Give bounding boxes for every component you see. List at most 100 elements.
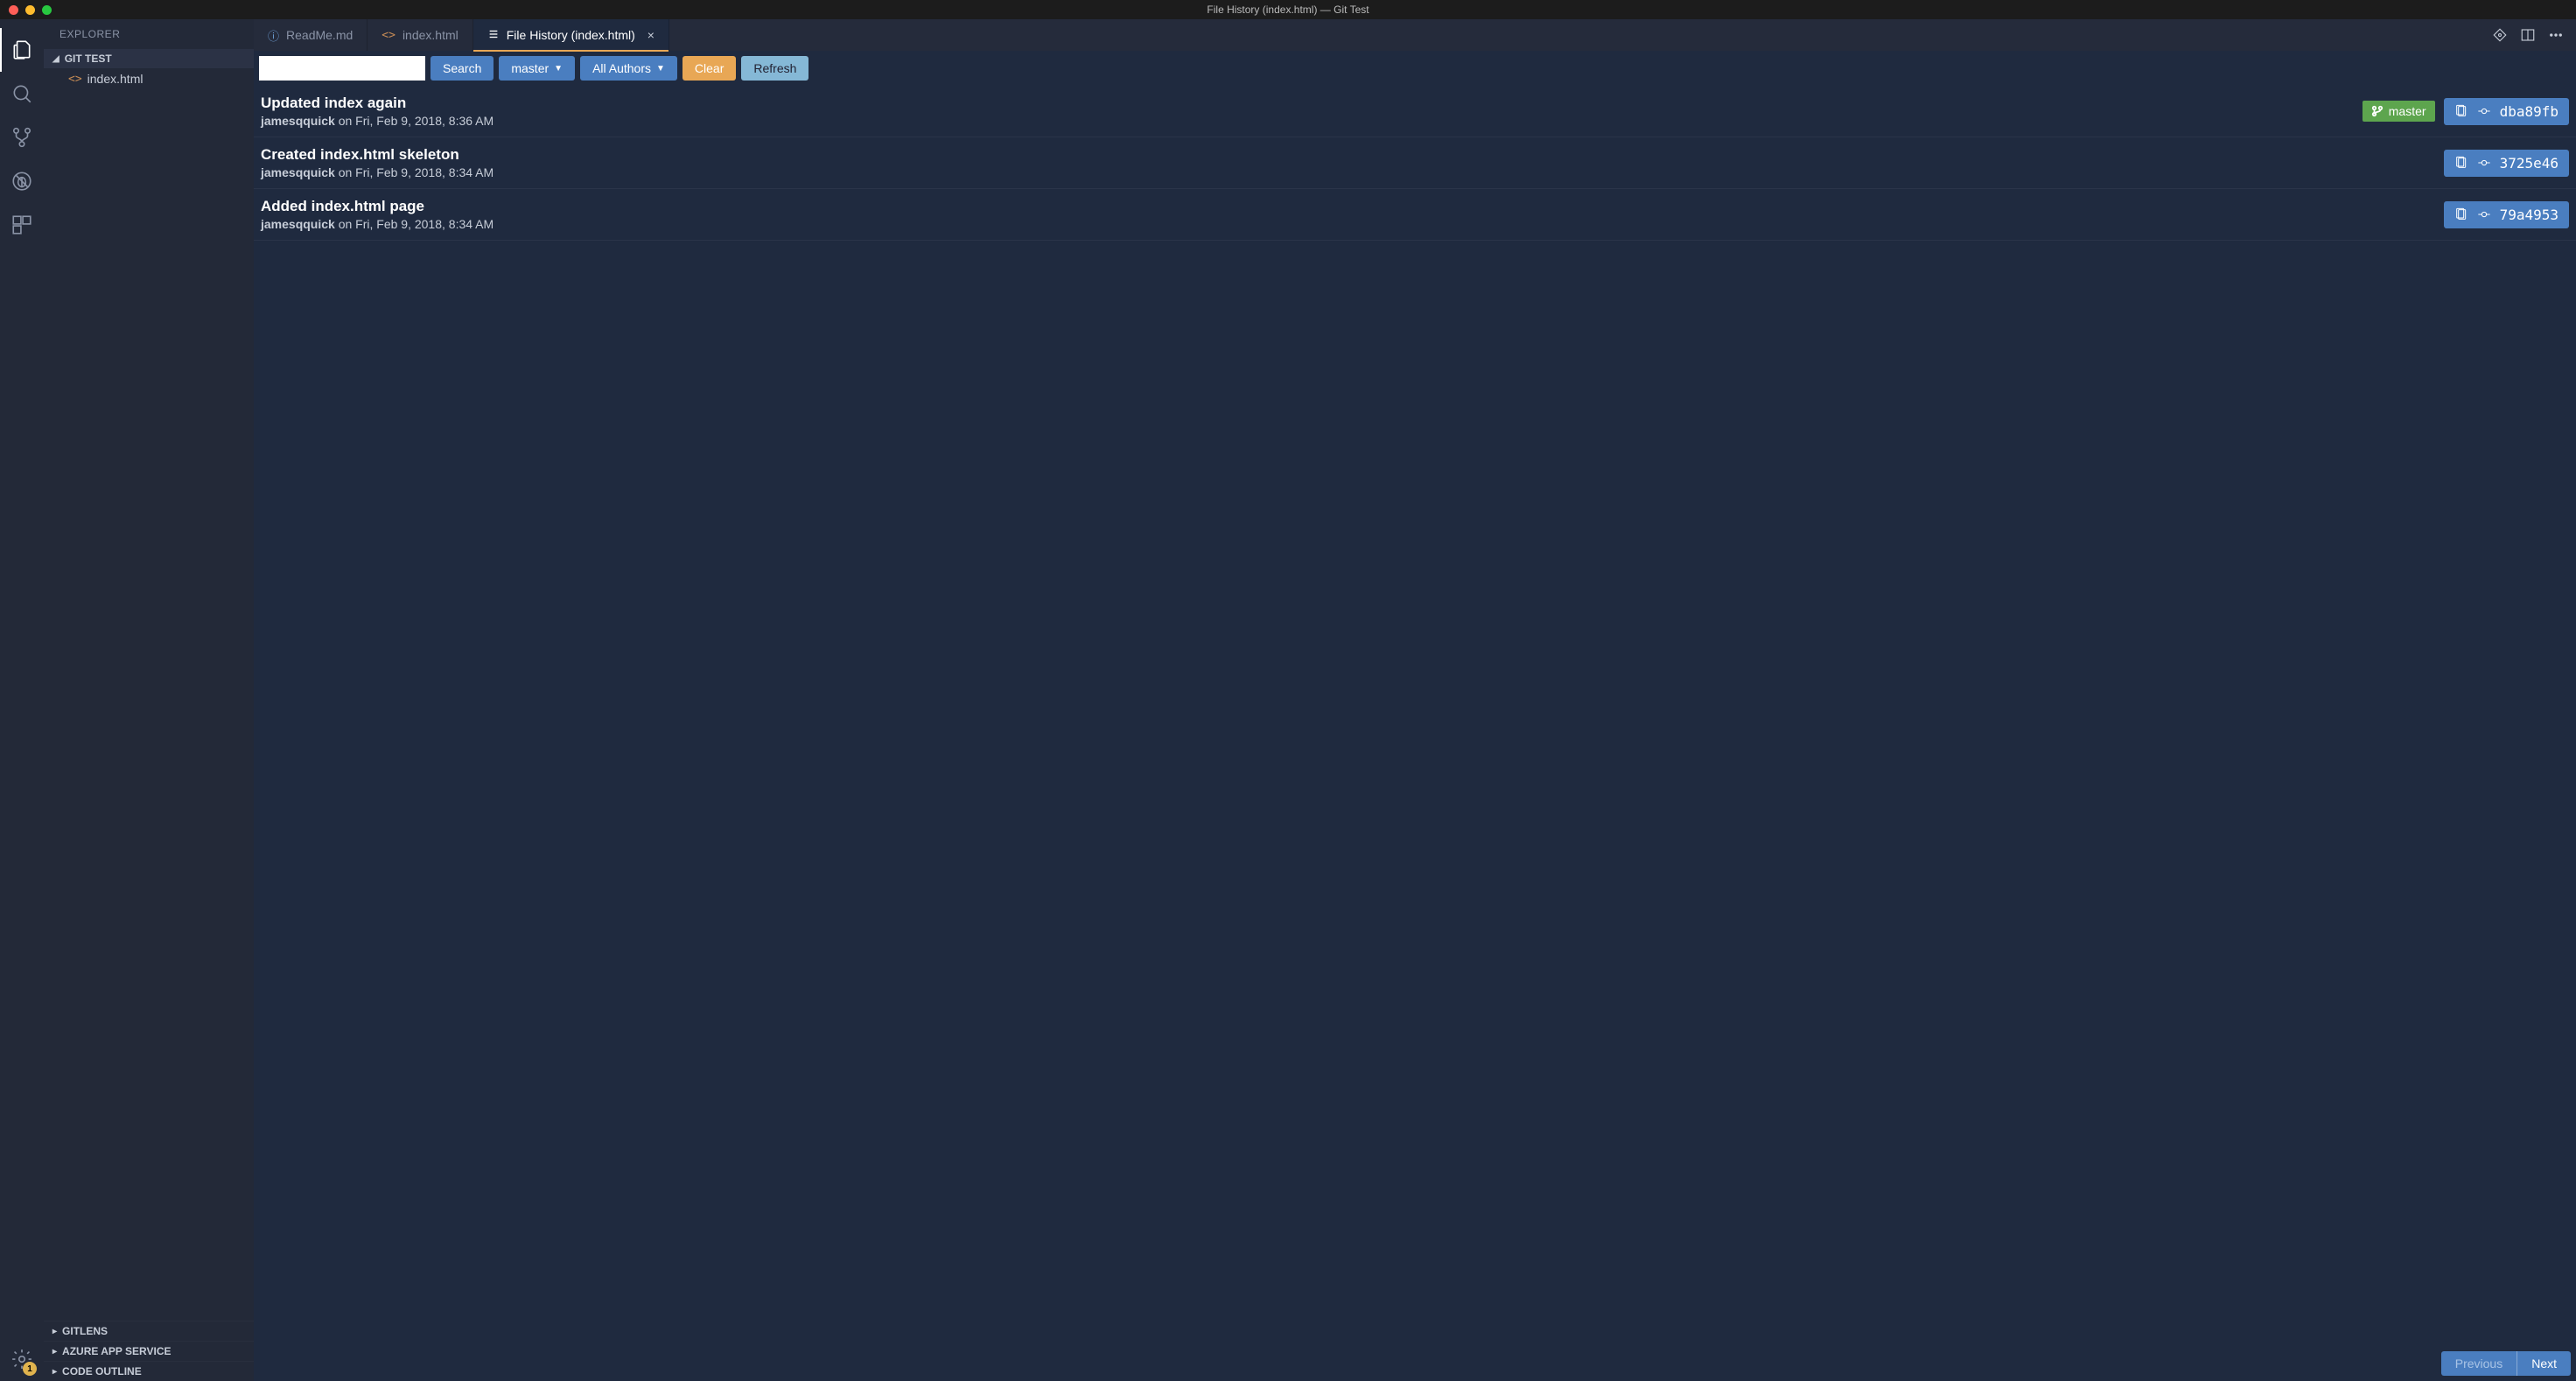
button-label: Previous (2455, 1356, 2502, 1370)
commit-date: on Fri, Feb 9, 2018, 8:34 AM (339, 165, 494, 179)
file-history-panel: Search master ▼ All Authors ▼ Clear Refr (254, 51, 2576, 1381)
html-file-icon: <> (382, 29, 396, 42)
commit-meta: jamesqquick on Fri, Feb 9, 2018, 8:34 AM (261, 217, 2435, 231)
window-title: File History (index.html) — Git Test (0, 4, 2576, 16)
settings-badge: 1 (23, 1362, 37, 1376)
window-zoom-icon[interactable] (42, 5, 52, 15)
button-label: Next (2531, 1356, 2557, 1370)
filter-row: Search master ▼ All Authors ▼ Clear Refr (254, 51, 2576, 86)
filter-search-input[interactable] (259, 56, 425, 81)
button-label: master (511, 61, 549, 75)
commit-title: Updated index again (261, 95, 2354, 112)
commits-list: Updated index again jamesqquick on Fri, … (254, 86, 2576, 1346)
commit-dot-icon (2477, 104, 2491, 118)
git-branch-icon (10, 126, 33, 149)
editor-area: ⓘ ReadMe.md <> index.html File History (… (254, 19, 2576, 1381)
activity-explorer[interactable] (0, 28, 44, 72)
window-minimize-icon[interactable] (25, 5, 35, 15)
caret-down-icon: ▼ (554, 64, 563, 74)
tab-label: index.html (402, 28, 458, 42)
button-label: Search (443, 61, 481, 75)
history-footer: Previous Next (254, 1346, 2576, 1381)
activity-source-control[interactable] (0, 116, 44, 159)
chevron-right-icon: ▸ (52, 1347, 57, 1356)
window-close-icon[interactable] (9, 5, 18, 15)
gitlens-icon[interactable] (2492, 27, 2508, 43)
commit-row[interactable]: Created index.html skeleton jamesqquick … (254, 137, 2576, 189)
chevron-down-icon: ◢ (52, 54, 60, 64)
pager-next-button[interactable]: Next (2517, 1351, 2571, 1376)
button-label: All Authors (592, 61, 651, 75)
sidebar-section-gitlens[interactable]: ▸ GITLENS (44, 1321, 254, 1341)
tab-label: File History (index.html) (507, 28, 635, 42)
list-icon (487, 28, 500, 43)
commit-author: jamesqquick (261, 114, 335, 128)
chevron-right-icon: ▸ (52, 1367, 57, 1377)
sidebar-section-azure[interactable]: ▸ AZURE APP SERVICE (44, 1341, 254, 1361)
branch-badge[interactable]: master (2362, 101, 2435, 122)
chevron-right-icon: ▸ (52, 1327, 57, 1336)
commit-dot-icon (2477, 156, 2491, 170)
extensions-icon (10, 214, 33, 236)
branch-name: master (2389, 104, 2426, 118)
project-name: GIT TEST (65, 53, 112, 65)
commit-hash: 79a4953 (2500, 207, 2558, 223)
refresh-button[interactable]: Refresh (741, 56, 808, 81)
search-icon (10, 82, 33, 105)
activity-bar: 1 (0, 19, 44, 1381)
clipboard-icon (2454, 156, 2468, 170)
files-icon (10, 39, 33, 61)
commit-hash: 3725e46 (2500, 155, 2558, 172)
bug-icon (10, 170, 33, 193)
commit-date: on Fri, Feb 9, 2018, 8:34 AM (339, 217, 494, 231)
html-file-icon: <> (68, 73, 82, 86)
tab-label: ReadMe.md (286, 28, 353, 42)
sidebar-project-header[interactable]: ◢ GIT TEST (44, 49, 254, 68)
tab-file-history[interactable]: File History (index.html) × (473, 19, 669, 51)
file-tree-label: index.html (88, 72, 144, 86)
pager-prev-button[interactable]: Previous (2441, 1351, 2516, 1376)
tabs-row: ⓘ ReadMe.md <> index.html File History (… (254, 19, 2576, 51)
commit-row[interactable]: Updated index again jamesqquick on Fri, … (254, 86, 2576, 137)
commit-dot-icon (2477, 207, 2491, 221)
commit-title: Created index.html skeleton (261, 146, 2435, 164)
more-icon[interactable] (2548, 27, 2564, 43)
commit-hash-button[interactable]: 3725e46 (2444, 150, 2569, 177)
close-icon[interactable]: × (648, 28, 654, 42)
commit-row[interactable]: Added index.html page jamesqquick on Fri… (254, 189, 2576, 241)
activity-search[interactable] (0, 72, 44, 116)
pager: Previous Next (2441, 1351, 2571, 1376)
sidebar-section-label: GITLENS (62, 1325, 108, 1337)
sidebar-title: EXPLORER (44, 19, 254, 49)
sidebar-section-label: CODE OUTLINE (62, 1365, 142, 1377)
commit-title: Added index.html page (261, 198, 2435, 215)
sidebar-section-label: AZURE APP SERVICE (62, 1345, 171, 1357)
clear-button[interactable]: Clear (682, 56, 736, 81)
clipboard-icon (2454, 207, 2468, 221)
tab-readme[interactable]: ⓘ ReadMe.md (254, 19, 368, 51)
sidebar-section-outline[interactable]: ▸ CODE OUTLINE (44, 1361, 254, 1381)
commit-hash-button[interactable]: 79a4953 (2444, 201, 2569, 228)
commit-hash: dba89fb (2500, 103, 2558, 120)
commit-meta: jamesqquick on Fri, Feb 9, 2018, 8:34 AM (261, 165, 2435, 179)
search-button[interactable]: Search (430, 56, 494, 81)
commit-date: on Fri, Feb 9, 2018, 8:36 AM (339, 114, 494, 128)
commit-author: jamesqquick (261, 217, 335, 231)
activity-extensions[interactable] (0, 203, 44, 247)
branch-filter-button[interactable]: master ▼ (499, 56, 575, 81)
caret-down-icon: ▼ (656, 64, 665, 74)
sidebar: EXPLORER ◢ GIT TEST <> index.html ▸ GITL… (44, 19, 254, 1381)
split-editor-icon[interactable] (2520, 27, 2536, 43)
author-filter-button[interactable]: All Authors ▼ (580, 56, 677, 81)
activity-settings[interactable]: 1 (0, 1337, 44, 1381)
tab-index-html[interactable]: <> index.html (368, 19, 472, 51)
commit-meta: jamesqquick on Fri, Feb 9, 2018, 8:36 AM (261, 114, 2354, 128)
titlebar: File History (index.html) — Git Test (0, 0, 2576, 19)
button-label: Refresh (753, 61, 796, 75)
info-icon: ⓘ (268, 27, 279, 44)
activity-debug[interactable] (0, 159, 44, 203)
file-tree-item[interactable]: <> index.html (44, 68, 254, 89)
commit-hash-button[interactable]: dba89fb (2444, 98, 2569, 125)
button-label: Clear (695, 61, 724, 75)
clipboard-icon (2454, 104, 2468, 118)
